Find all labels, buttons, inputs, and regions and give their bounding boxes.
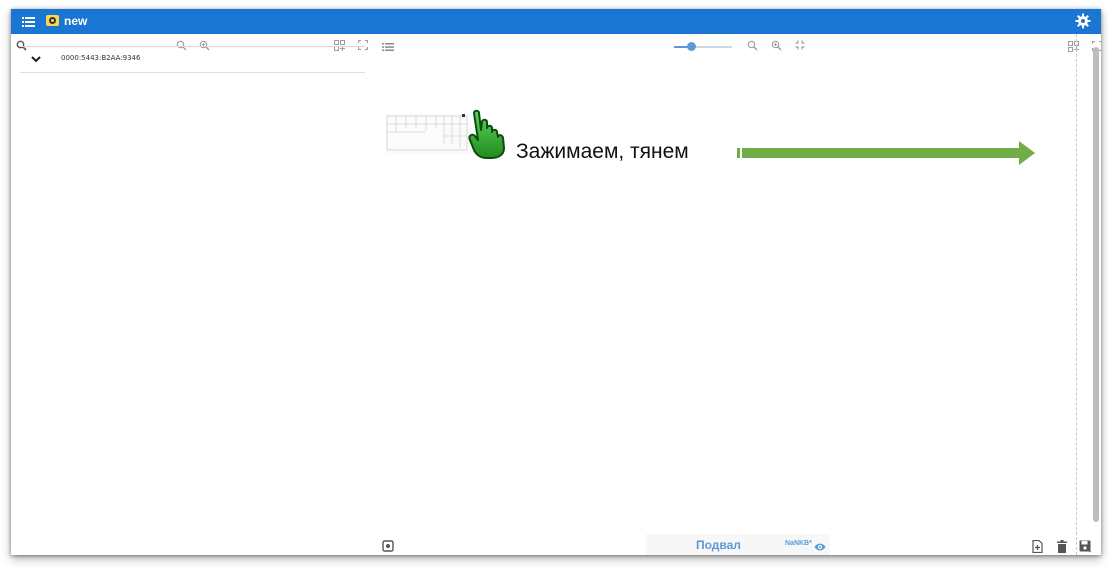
zoom-in-icon[interactable] [771,40,782,51]
save-icon[interactable] [1079,540,1092,553]
gear-icon[interactable] [1075,13,1091,29]
fit-icon[interactable] [795,40,805,50]
app-title: new [64,14,88,28]
zoom-slider[interactable] [674,42,732,52]
left-panel: 0000:5443:B2AA:9346 [11,34,376,555]
app-window: new 0000:5443:B2AA:9346 Зажимаем, тянем … [11,9,1101,555]
floor-plan-thumbnail[interactable] [386,114,471,154]
zoom-out-icon[interactable] [747,40,758,51]
floor-name[interactable]: Подвал [696,538,741,552]
logo-icon [45,13,60,28]
delete-icon[interactable] [1057,540,1067,553]
hand-cursor-icon [468,108,518,160]
add-grid-icon[interactable] [1068,41,1079,52]
top-bar: new [11,9,1101,34]
settings-square-icon[interactable] [382,540,394,552]
list-icon[interactable] [382,42,394,52]
chevron-down-icon[interactable] [30,52,42,64]
floor-selector[interactable]: Подвал NaNKB* [646,534,830,555]
floor-badge: NaNKB* [785,540,812,547]
tree-item-label: 0000:5443:B2AA:9346 [61,54,141,62]
plan-view[interactable]: Зажимаем, тянем Подвал NaNKB* [376,34,1101,555]
eye-icon[interactable] [814,539,826,551]
menu-icon[interactable] [21,14,36,29]
drag-direction-arrow [737,141,1037,165]
zoom-slider-knob[interactable] [687,42,696,51]
instruction-text: Зажимаем, тянем [516,140,689,163]
tree-item[interactable]: 0000:5443:B2AA:9346 [20,46,365,73]
add-file-icon[interactable] [1032,540,1043,553]
vertical-scrollbar[interactable] [1093,47,1099,522]
side-panel-divider[interactable] [1076,34,1077,555]
